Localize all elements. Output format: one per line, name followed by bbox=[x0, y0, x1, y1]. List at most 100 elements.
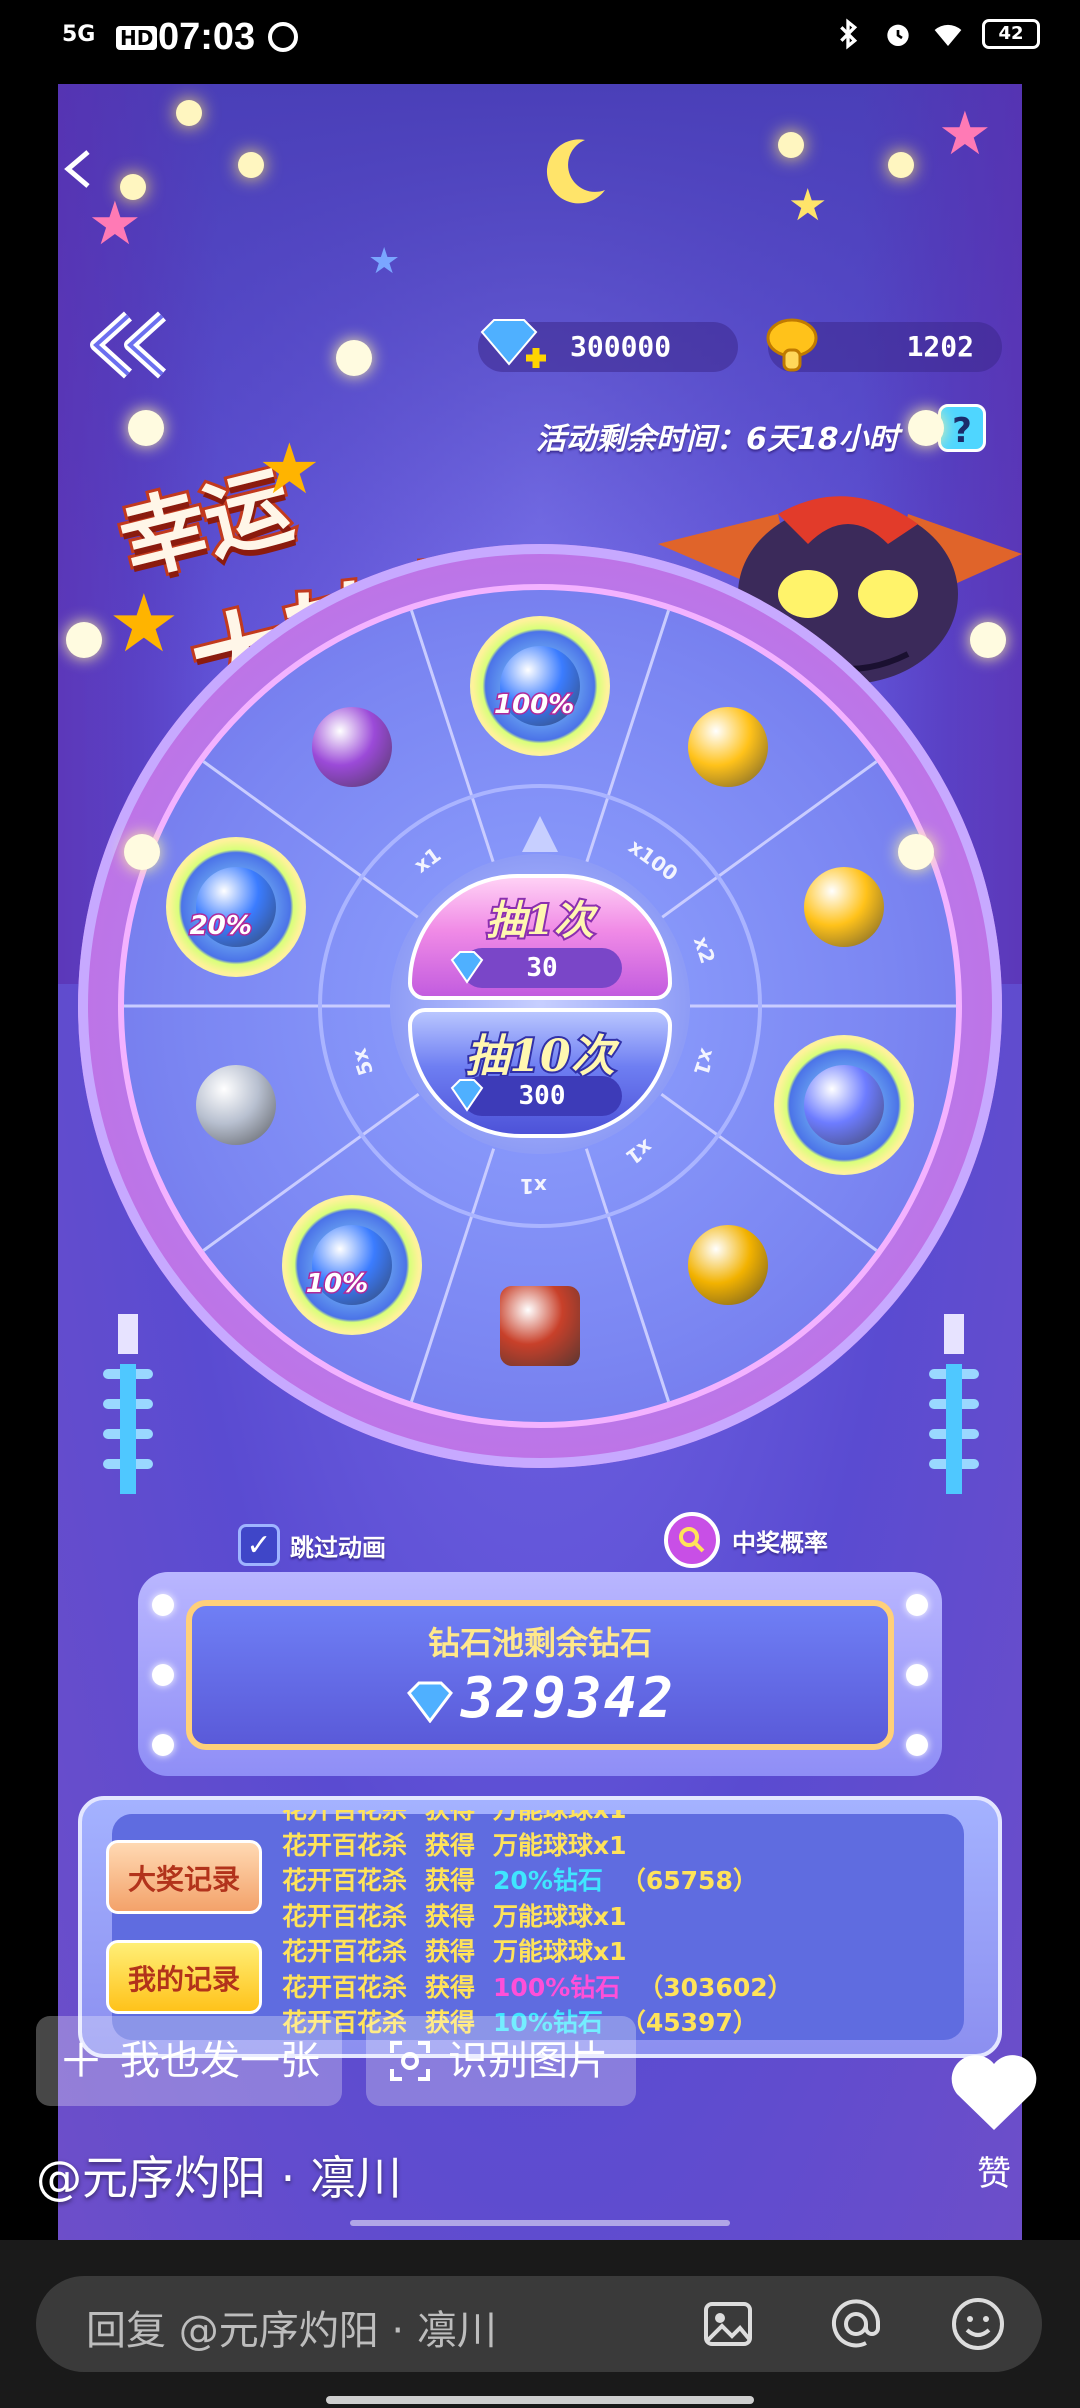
spring-decoration bbox=[103, 1314, 153, 1494]
record-verb: 获得 bbox=[425, 1972, 476, 2002]
like-label: 赞 bbox=[977, 2154, 1011, 2194]
gold-mushroom-icon bbox=[804, 867, 885, 948]
image-icon[interactable] bbox=[698, 2294, 758, 2354]
dragon-egg-icon bbox=[804, 1064, 885, 1145]
mention-icon[interactable] bbox=[826, 2294, 886, 2354]
wheel-slot: 20% bbox=[165, 837, 306, 978]
author-name[interactable]: @元序灼阳 · 凛川 bbox=[36, 2142, 402, 2208]
win-probability-label: 中奖概率 bbox=[732, 1528, 828, 1557]
reply-placeholder: 回复 @元序灼阳 · 凛川 bbox=[86, 2308, 497, 2354]
rim-light bbox=[336, 340, 372, 376]
record-amount: （303602） bbox=[638, 1972, 793, 2002]
battery-indicator: 42 bbox=[982, 19, 1040, 49]
record-row: 花开百花杀 获得 20%钻石 （65758） bbox=[282, 1863, 942, 1899]
diamond-pool-panel: 钻石池剩余钻石 329342 bbox=[138, 1572, 942, 1776]
record-prize: 万能球球x1 bbox=[493, 1810, 627, 1824]
record-player-name: 花开百花杀 bbox=[282, 1810, 407, 1824]
like-button[interactable]: 赞 bbox=[944, 2050, 1044, 2194]
tab-my-records[interactable]: 我的记录 bbox=[106, 1940, 262, 2014]
record-row: 花开百花杀 获得 100%钻石 （303602） bbox=[282, 1970, 942, 2006]
help-button[interactable]: ? bbox=[938, 404, 986, 452]
record-verb: 获得 bbox=[425, 1866, 476, 1895]
draw-ten-cost-value: 300 bbox=[518, 1081, 566, 1111]
rim-light bbox=[908, 410, 944, 446]
rim-light bbox=[66, 622, 102, 658]
skip-animation-toggle[interactable]: ✓ 跳过动画 bbox=[238, 1524, 386, 1566]
panel-light bbox=[906, 1594, 928, 1616]
heart-icon bbox=[951, 2055, 1037, 2130]
diamond-icon bbox=[406, 1681, 453, 1724]
recognize-image-button[interactable]: 识别图片 bbox=[366, 2016, 636, 2106]
pointer-arrow-icon bbox=[522, 816, 558, 852]
record-prize: 万能球球x1 bbox=[493, 1937, 627, 1966]
wheel-slot: 100% bbox=[470, 616, 610, 756]
light-bulb bbox=[778, 132, 804, 158]
draw-ten-cost: 300 bbox=[450, 1076, 622, 1116]
star-decoration: ★ bbox=[258, 428, 321, 510]
tab-grand-prize-records[interactable]: 大奖记录 bbox=[106, 1840, 262, 1914]
rim-light bbox=[898, 834, 934, 870]
moon-icon bbox=[546, 139, 605, 204]
draw-once-button[interactable]: 抽1次 30 bbox=[408, 874, 672, 1000]
game-back-button[interactable] bbox=[88, 310, 178, 380]
diamond-icon bbox=[450, 951, 484, 984]
event-remaining-time: 活动剩余时间：6天18小时 bbox=[536, 422, 899, 457]
win-probability-button[interactable]: 中奖概率 bbox=[664, 1512, 828, 1568]
record-player-name: 花开百花杀 bbox=[282, 1937, 408, 1966]
signal-indicator: 5G bbox=[62, 22, 96, 47]
wheel-slot bbox=[658, 1195, 798, 1335]
record-row: 花开百花杀获得万能球球x1 bbox=[282, 1810, 942, 1828]
gold-dragon-coin-icon bbox=[688, 1224, 769, 1305]
scroll-indicator bbox=[350, 2220, 730, 2226]
gold-mushroom-icon bbox=[766, 318, 818, 372]
wheel-slot bbox=[166, 1035, 306, 1175]
star-decoration: ★ bbox=[788, 180, 828, 231]
record-verb: 获得 bbox=[425, 1830, 476, 1860]
wheel-slot bbox=[470, 1256, 610, 1396]
record-player-name: 花开百花杀 bbox=[282, 1866, 408, 1895]
post-also-button[interactable]: ＋ 我也发一张 bbox=[36, 2016, 342, 2106]
hd-badge: HD bbox=[116, 26, 158, 50]
record-verb: 获得 bbox=[425, 1937, 476, 1966]
slot-percent-label: 20% bbox=[188, 910, 253, 943]
diamond-pool-title: 钻石池剩余钻石 bbox=[427, 1624, 652, 1662]
wifi-icon bbox=[934, 24, 962, 46]
star-decoration: ★ bbox=[368, 241, 401, 282]
light-bulb bbox=[120, 174, 146, 200]
diamond-balance-value: 300000 bbox=[570, 330, 672, 363]
magnifier-icon bbox=[664, 1512, 720, 1568]
draw-once-cost-value: 30 bbox=[526, 953, 558, 983]
slot-percent-label: 100% bbox=[492, 689, 575, 722]
record-row: 花开百花杀获得万能球球x1 bbox=[282, 1899, 942, 1935]
diamond-balance[interactable]: 300000 bbox=[478, 319, 738, 372]
rim-light bbox=[970, 622, 1006, 658]
draw-once-cost: 30 bbox=[450, 948, 622, 988]
coin-balance-value: 1202 bbox=[906, 330, 974, 363]
diamond-icon bbox=[450, 1079, 484, 1112]
diamond-pool-amount: 329342 bbox=[192, 1666, 888, 1731]
record-player-name: 花开百花杀 bbox=[282, 1972, 408, 2002]
record-prize: 万能球球x1 bbox=[493, 1901, 627, 1931]
lucky-wheel-game: ★ ★ ★ ★ 300000 1202 活动剩余时间：6天18小时 ? 幸运 大… bbox=[58, 84, 1022, 2240]
diamond-pool-value: 329342 bbox=[460, 1666, 676, 1731]
emoji-icon[interactable] bbox=[948, 2294, 1008, 2354]
checkbox-checked-icon[interactable]: ✓ bbox=[238, 1524, 280, 1566]
treasure-chest-icon bbox=[500, 1286, 580, 1366]
record-prize: 20%钻石 bbox=[493, 1866, 603, 1895]
coin-balance: 1202 bbox=[766, 318, 1002, 372]
multiplier-label: x1 bbox=[520, 1174, 547, 1198]
clock: 07:03 bbox=[158, 16, 256, 58]
record-player-name: 花开百花杀 bbox=[282, 1830, 408, 1860]
rim-light bbox=[124, 834, 160, 870]
light-bulb bbox=[888, 152, 914, 178]
page-back-icon[interactable] bbox=[58, 144, 104, 194]
record-verb: 获得 bbox=[425, 1901, 476, 1931]
record-prize: 万能球球x1 bbox=[493, 1830, 627, 1860]
bluetooth-icon bbox=[840, 18, 858, 50]
records-list[interactable]: 花开百花杀获得万能球球x1花开百花杀获得万能球球x1花开百花杀获得20%钻石（6… bbox=[282, 1810, 942, 2036]
panel-light bbox=[152, 1734, 174, 1756]
panel-light bbox=[906, 1734, 928, 1756]
reply-input[interactable]: 回复 @元序灼阳 · 凛川 bbox=[36, 2276, 1042, 2372]
status-bar: 5G HD 07:03 42 bbox=[0, 0, 1080, 84]
skip-animation-label: 跳过动画 bbox=[290, 1533, 386, 1562]
